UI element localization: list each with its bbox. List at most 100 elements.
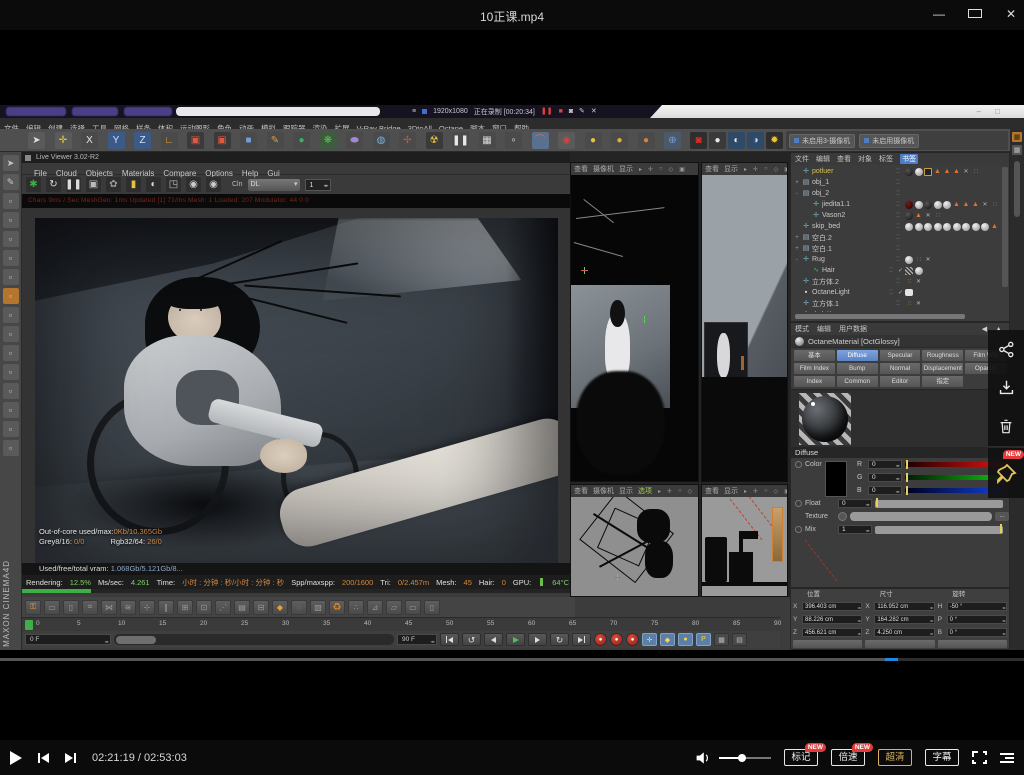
material-chip[interactable]: ∷ — [991, 201, 999, 209]
record-parameter-button[interactable]: ● — [626, 633, 639, 646]
radioactive-icon[interactable]: ☢ — [426, 132, 443, 149]
warning-triangle-icon[interactable]: ▲ — [972, 201, 980, 209]
trash-icon[interactable] — [998, 418, 1014, 435]
left-tool-icon[interactable]: ▫ — [3, 383, 19, 399]
mix-slider[interactable] — [875, 526, 1003, 534]
anim-tool-icon[interactable]: ▯ — [63, 600, 79, 615]
next-button[interactable] — [65, 753, 76, 763]
slider-caret[interactable] — [906, 486, 908, 495]
left-tool-icon[interactable]: ▫ — [3, 193, 19, 209]
rgb-value[interactable]: 0 — [868, 460, 902, 469]
viewport-header-icon[interactable]: ✛ — [753, 166, 758, 173]
channel-tab[interactable]: Displacement — [922, 363, 963, 374]
render-camera-red-icon[interactable]: ◙ — [690, 132, 707, 149]
camera-tab[interactable]: 未启用3-摄像机 — [789, 134, 855, 148]
anim-tool-icon[interactable]: ▭ — [405, 600, 421, 615]
viewport-header-icon[interactable]: ▣ — [784, 166, 787, 173]
object-name[interactable]: 立方体.1 — [812, 299, 839, 309]
material-chip[interactable]: ∷ — [934, 212, 942, 220]
material-chip[interactable]: ∷ — [972, 168, 980, 176]
viewport-silhouette[interactable]: 查看显示▸✛○◇▣ — [701, 484, 788, 597]
recorder-slider[interactable] — [176, 107, 380, 116]
enabled-check-icon[interactable]: ✓ — [898, 267, 905, 274]
viewport-header-icon[interactable]: ○ — [764, 166, 768, 172]
cube-primitive-icon[interactable]: ■ — [240, 132, 257, 149]
material-chip[interactable]: ∷ — [915, 256, 923, 264]
enabled-check-icon[interactable]: ✓ — [898, 289, 905, 296]
visibility-dots[interactable]: ⁚⁚ — [891, 245, 905, 252]
object-name[interactable]: Rug — [812, 256, 825, 263]
keying-option-button[interactable]: ▤ — [732, 633, 747, 646]
mix-value[interactable]: 1 — [838, 525, 872, 534]
anim-tool-icon[interactable]: ▤ — [234, 600, 250, 615]
phong-tag-icon[interactable]: ✕ — [924, 212, 932, 220]
expand-icon[interactable]: + — [793, 180, 801, 186]
sphere-moon-icon[interactable]: ◐ — [728, 132, 745, 149]
left-tool-icon[interactable]: ▫ — [3, 307, 19, 323]
channel-tab[interactable]: Common — [837, 376, 878, 387]
keying-option-button[interactable]: ▦ — [714, 633, 729, 646]
rgb-value[interactable]: 0 — [868, 473, 902, 482]
material-chip[interactable] — [924, 168, 932, 176]
viewport-menu-item[interactable]: 显示 — [619, 164, 633, 174]
viewport-right[interactable]: 查看显示▸✛○◇▣ — [701, 162, 788, 482]
object-name[interactable]: skip_bed — [812, 223, 840, 230]
region-icon[interactable]: ▣ — [86, 177, 101, 192]
volume-slider[interactable] — [719, 757, 771, 759]
material-chip[interactable] — [943, 201, 951, 209]
sphere-white-icon[interactable]: ● — [709, 132, 726, 149]
visibility-dots[interactable]: ⁚⁚ — [891, 179, 905, 186]
play-button[interactable] — [10, 751, 22, 765]
visibility-dots[interactable]: ⁚⁚ — [891, 234, 905, 241]
viewport-header-icon[interactable]: ✛ — [648, 166, 653, 173]
visibility-dots[interactable]: ⁚⁚ — [891, 300, 905, 307]
viewport-menu-item[interactable]: 显示 — [724, 486, 738, 496]
object-row[interactable]: ∿Hair⁚⁚✓ — [791, 265, 1001, 276]
warning-triangle-icon[interactable]: ▲ — [943, 168, 951, 176]
previous-button[interactable] — [38, 753, 49, 763]
om-menu-item-active[interactable]: 书签 — [900, 154, 918, 164]
object-row[interactable]: ✛potluer⁚⁚▲▲▲✕∷ — [791, 166, 1001, 177]
vertical-scrollbar[interactable] — [1002, 167, 1008, 287]
channel-tab[interactable]: Normal — [880, 363, 921, 374]
object-row[interactable]: ✛立方体.1⁚⁚∷✕ — [791, 298, 1001, 309]
sun-yellow-icon[interactable]: ● — [585, 132, 602, 149]
texture-browse-button[interactable]: ... — [995, 512, 1009, 521]
warning-triangle-icon[interactable]: ▲ — [991, 223, 999, 231]
anim-tool-icon[interactable]: ▭ — [44, 600, 60, 615]
material-chip[interactable] — [934, 223, 942, 231]
expand-icon[interactable]: - — [793, 191, 801, 197]
viewport-menu-item[interactable]: 查看 — [574, 486, 588, 496]
current-frame-marker[interactable] — [25, 620, 33, 630]
anim-tool-icon[interactable]: ⋈ — [101, 600, 117, 615]
phong-tag-icon[interactable]: ✕ — [962, 168, 970, 176]
speed-button[interactable]: 倍速NEW — [831, 749, 865, 766]
coord-mode-dropdown[interactable] — [793, 640, 862, 648]
horizontal-scrollbar[interactable] — [795, 314, 965, 319]
scrollbar-thumb[interactable] — [1014, 161, 1020, 217]
channel-tab[interactable]: Index — [794, 376, 835, 387]
texture-field[interactable] — [850, 512, 992, 521]
coord-field[interactable]: 0 ° — [947, 615, 1007, 624]
expand-icon[interactable]: + — [793, 235, 801, 241]
next-frame-button[interactable] — [528, 633, 547, 646]
phong-tag-icon[interactable]: ✕ — [915, 311, 923, 313]
left-tool-icon[interactable]: ▫ — [3, 345, 19, 361]
warning-triangle-icon[interactable]: ▲ — [934, 168, 942, 176]
visibility-dots[interactable]: ⁚⁚ — [884, 267, 898, 274]
attribute-tab[interactable]: 模式 — [795, 324, 809, 334]
anim-tool-icon[interactable]: ⊞ — [177, 600, 193, 615]
channel-tab[interactable]: 基本 — [794, 350, 835, 361]
volume-icon[interactable] — [695, 751, 711, 765]
anim-tool-icon[interactable]: ⊟ — [253, 600, 269, 615]
texture-toggle[interactable] — [838, 512, 847, 521]
material-chip[interactable] — [915, 267, 923, 275]
snap-small-icon[interactable]: ∘ — [505, 132, 522, 149]
phong-tag-icon[interactable]: ✕ — [915, 278, 923, 286]
viewport-header-icon[interactable]: ◇ — [669, 166, 674, 173]
mark-button[interactable]: 标记NEW — [784, 749, 818, 766]
menu-icon[interactable]: ≡ — [412, 108, 416, 115]
object-name[interactable]: 立方体.2 — [812, 277, 839, 287]
axis-z-icon[interactable]: Z — [134, 132, 151, 149]
material-chip[interactable] — [905, 289, 913, 296]
